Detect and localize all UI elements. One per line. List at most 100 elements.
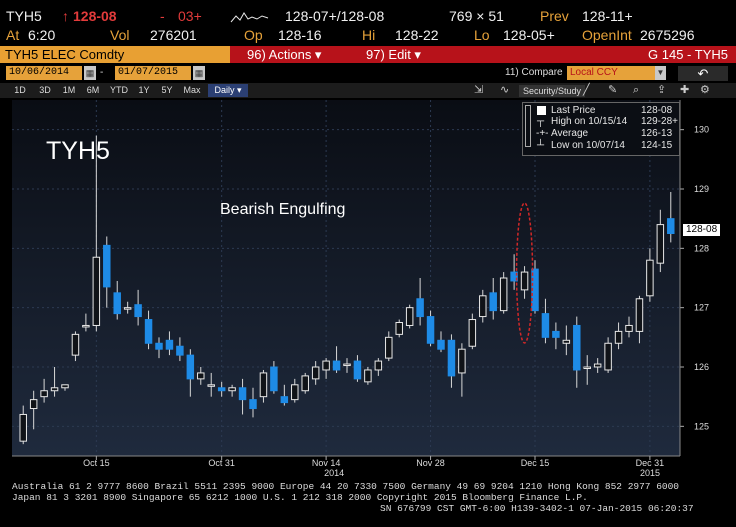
ticker: TYH5 bbox=[6, 8, 42, 24]
openint-label: OpenInt bbox=[582, 27, 632, 43]
period-3d[interactable]: 3D bbox=[37, 84, 53, 97]
period-max[interactable]: Max bbox=[181, 84, 203, 97]
footer-line-2: Japan 81 3 3201 8900 Singapore 65 6212 1… bbox=[12, 492, 588, 503]
vol-label: Vol bbox=[110, 27, 130, 43]
zoom-icon[interactable]: ⌕ bbox=[633, 84, 639, 97]
open-label: Op bbox=[244, 27, 263, 43]
candle-body bbox=[385, 336, 393, 359]
period-1d[interactable]: 1D bbox=[12, 84, 28, 97]
last-price: 128-08 bbox=[73, 8, 117, 24]
start-date-field[interactable]: 10/06/2014 bbox=[6, 66, 82, 80]
x-tick-label: Dec 15 bbox=[521, 458, 550, 468]
legend-box: Last Price 128-08 ┬ High on 10/15/14 129… bbox=[522, 102, 680, 156]
line-chart-icon[interactable]: ∿ bbox=[500, 84, 509, 97]
candle-body bbox=[92, 256, 101, 326]
legend-bracket bbox=[525, 105, 531, 147]
candle-body bbox=[573, 324, 581, 371]
edit-menu-button[interactable]: 97) Edit ▾ bbox=[366, 46, 421, 63]
frequency-select[interactable]: Daily ▾ bbox=[208, 84, 248, 97]
candle-body bbox=[489, 292, 497, 312]
sparkline-icon bbox=[230, 12, 269, 23]
period-ytd[interactable]: YTD bbox=[108, 84, 130, 97]
net-change: 03+ bbox=[178, 8, 202, 24]
candle-body bbox=[625, 324, 633, 332]
period-6m[interactable]: 6M bbox=[84, 84, 102, 97]
x-tick-label: Dec 31 bbox=[636, 458, 665, 468]
prev-value: 128-11+ bbox=[582, 8, 633, 24]
candle-body bbox=[593, 363, 602, 368]
legend-high-value: 129-28+ bbox=[641, 116, 678, 127]
candle-body bbox=[228, 387, 236, 392]
actions-menu-button[interactable]: 96) Actions ▾ bbox=[247, 46, 321, 63]
candle-body bbox=[604, 342, 612, 371]
candle-body bbox=[416, 298, 424, 318]
at-label: At bbox=[6, 27, 20, 43]
candle-body bbox=[541, 313, 550, 338]
title-bar: TYH5 ELEC Comdty 96) Actions ▾ 97) Edit … bbox=[0, 46, 736, 63]
candle-body bbox=[144, 319, 153, 344]
candle-body bbox=[82, 324, 90, 328]
legend-low: Low on 10/07/14 bbox=[551, 140, 625, 151]
y-tick-label: 126 bbox=[694, 362, 709, 372]
candle-body bbox=[259, 372, 268, 398]
date-dash: - bbox=[100, 67, 104, 78]
crosshair-icon[interactable]: ✚ bbox=[680, 84, 689, 97]
calendar-icon[interactable]: ▦ bbox=[193, 66, 205, 80]
end-date-field[interactable]: 01/07/2015 bbox=[115, 66, 191, 80]
x-tick-label: Nov 14 bbox=[312, 458, 341, 468]
y-tick-label: 125 bbox=[694, 421, 709, 431]
draw-line-icon[interactable]: ╱ bbox=[583, 84, 590, 97]
candle-body bbox=[479, 295, 487, 318]
candle-body bbox=[176, 345, 184, 356]
gear-icon[interactable]: ⚙ bbox=[700, 84, 710, 97]
candle-body bbox=[562, 339, 571, 344]
period-5y[interactable]: 5Y bbox=[159, 84, 175, 97]
candle-body bbox=[50, 387, 59, 392]
calendar-icon[interactable]: ▦ bbox=[84, 66, 96, 80]
compare-button[interactable]: 11) Compare bbox=[505, 67, 563, 78]
currency-select[interactable]: Local CCY ▼ bbox=[567, 66, 666, 80]
candle-body bbox=[343, 363, 351, 367]
candle-body bbox=[614, 330, 623, 344]
openint-value: 2675296 bbox=[640, 27, 695, 43]
lo-value: 128-05+ bbox=[503, 27, 555, 43]
hi-value: 128-22 bbox=[395, 27, 439, 43]
candle-body bbox=[270, 366, 278, 392]
candle-body bbox=[426, 316, 435, 344]
text-tool-icon[interactable]: ✎ bbox=[608, 84, 617, 97]
legend-average: Average bbox=[551, 128, 589, 139]
legend-last-price-value: 128-08 bbox=[641, 105, 673, 116]
x-year-label: 2015 bbox=[640, 468, 660, 476]
pattern-annotation: Bearish Engulfing bbox=[220, 201, 346, 218]
vol-value: 276201 bbox=[150, 27, 197, 43]
candle-body bbox=[186, 354, 195, 380]
chart-type-icon[interactable]: ⇲ bbox=[474, 84, 483, 97]
candle-body bbox=[405, 307, 414, 326]
candle-body bbox=[280, 396, 289, 404]
back-arrow-button[interactable]: ↶ bbox=[678, 66, 728, 81]
y-tick-label: 127 bbox=[694, 303, 709, 313]
candle-body bbox=[311, 366, 320, 380]
y-tick-label: 129 bbox=[694, 184, 709, 194]
bid-ask: 128-07+/128-08 bbox=[285, 8, 385, 24]
candle-body bbox=[656, 224, 665, 264]
x-axis: Oct 15 Oct 31 Nov 14 Nov 28 Dec 15 Dec 31 2014… bbox=[12, 455, 680, 476]
candle-body bbox=[353, 360, 362, 380]
candle-body bbox=[364, 369, 372, 383]
candle-body bbox=[552, 330, 560, 338]
period-1y[interactable]: 1Y bbox=[136, 84, 152, 97]
candle-body bbox=[71, 333, 80, 356]
candle-body bbox=[667, 218, 675, 234]
candle-body bbox=[301, 375, 309, 392]
security-field[interactable]: TYH5 ELEC Comdty bbox=[0, 46, 230, 63]
y-axis: 130 129 128 127 126 125 bbox=[679, 100, 709, 456]
chevron-down-icon: ▼ bbox=[655, 66, 666, 80]
security-study-button[interactable]: Security/Study bbox=[519, 85, 586, 97]
legend-high-marker: ┬ bbox=[537, 116, 545, 127]
share-icon[interactable]: ⇪ bbox=[657, 84, 666, 97]
candle-body bbox=[646, 259, 654, 297]
x-year-label: 2014 bbox=[324, 468, 344, 476]
y-tick-label: 130 bbox=[694, 125, 709, 135]
period-1m[interactable]: 1M bbox=[60, 84, 78, 97]
candle-body bbox=[238, 387, 247, 401]
